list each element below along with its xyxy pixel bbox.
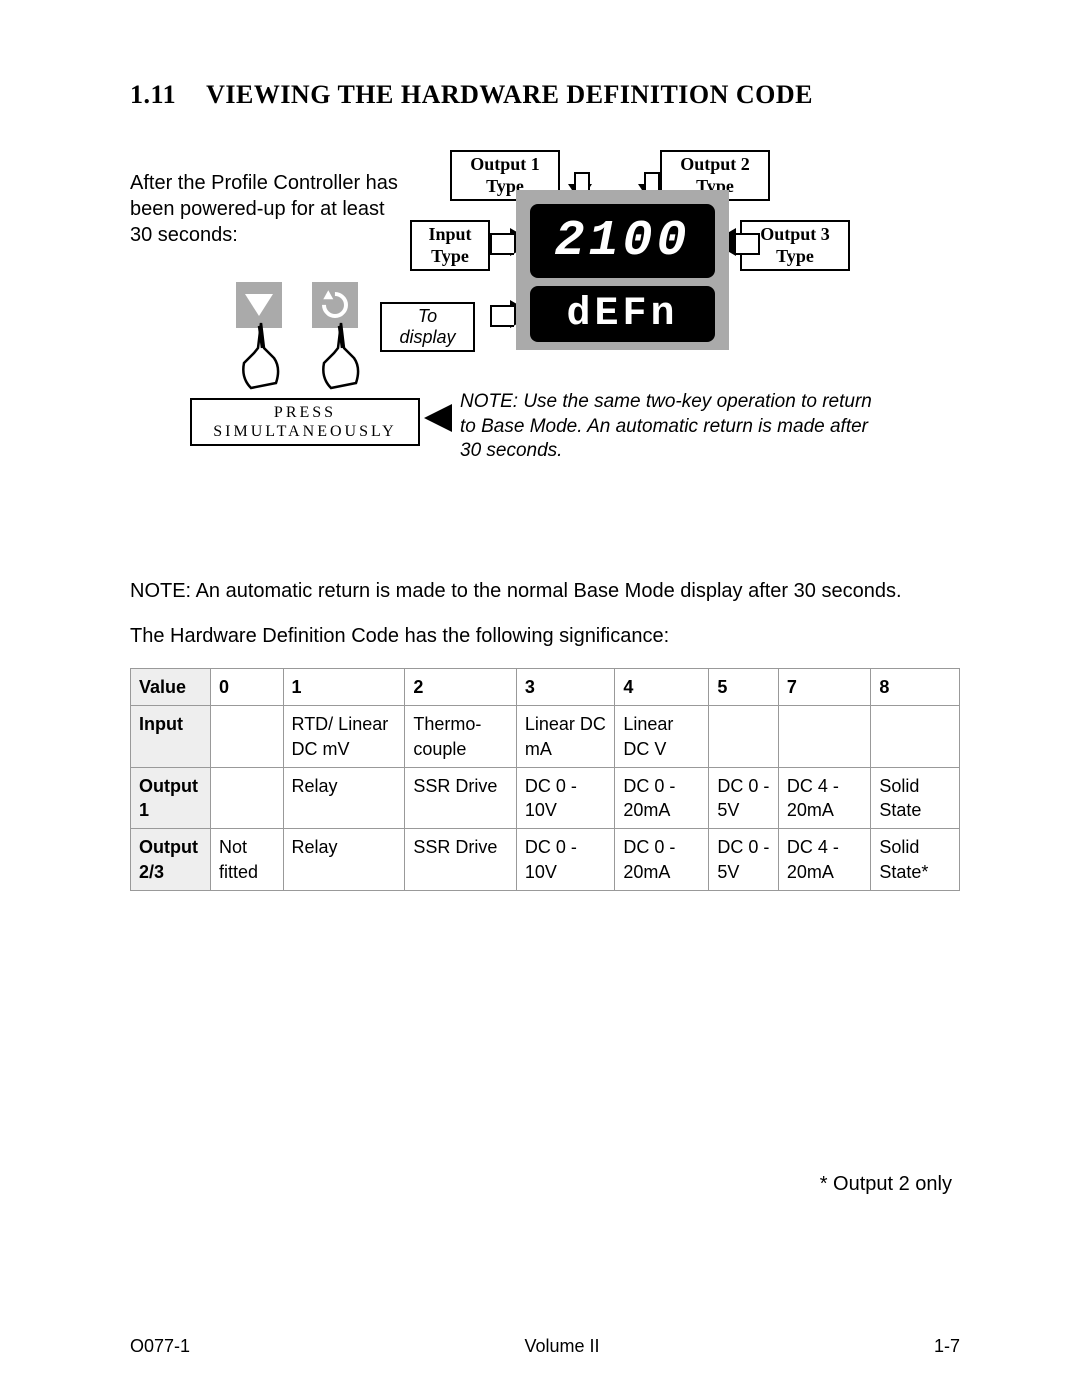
- note-inline: NOTE: Use the same two-key operation to …: [460, 390, 890, 464]
- cell: DC 0 - 5V: [709, 767, 779, 829]
- cell: [778, 706, 871, 768]
- table-row: Output 1 Relay SSR Drive DC 0 - 10V DC 0…: [131, 767, 960, 829]
- triangle-down-icon: [245, 294, 273, 316]
- label-input-type: Input Type: [410, 220, 490, 271]
- section-title: VIEWING THE HARDWARE DEFINITION CODE: [206, 80, 813, 110]
- hand-icon: [306, 318, 376, 398]
- cell: [871, 706, 960, 768]
- hdr-8: 8: [871, 669, 960, 706]
- significance-text: The Hardware Definition Code has the fol…: [130, 623, 960, 650]
- cell: [211, 767, 284, 829]
- hands-illustration: [226, 318, 386, 398]
- cell: DC 0 - 5V: [709, 829, 779, 891]
- label-to-display: To display: [380, 302, 475, 352]
- cell: DC 0 - 20mA: [615, 767, 709, 829]
- note-body: NOTE: An automatic return is made to the…: [130, 578, 960, 605]
- cell: DC 4 - 20mA: [778, 829, 871, 891]
- cell: Linear DC mA: [516, 706, 615, 768]
- cell: RTD/ Linear DC mV: [283, 706, 405, 768]
- display-value-top: 2100: [530, 204, 715, 278]
- cell: Solid State*: [871, 829, 960, 891]
- hdr-7: 7: [778, 669, 871, 706]
- cell: Relay: [283, 767, 405, 829]
- footer-left: O077-1: [130, 1336, 190, 1357]
- display-panel-bottom: dEFn: [530, 286, 715, 342]
- section-number: 1.11: [130, 80, 176, 110]
- cell: DC 0 - 10V: [516, 767, 615, 829]
- hdr-value: Value: [131, 669, 211, 706]
- press-simultaneously-label: PRESS SIMULTANEOUSLY: [190, 398, 420, 446]
- page-footer: O077-1 Volume II 1-7: [130, 1336, 960, 1357]
- cell: Linear DC V: [615, 706, 709, 768]
- hdr-3: 3: [516, 669, 615, 706]
- cell: DC 0 - 20mA: [615, 829, 709, 891]
- hdr-4: 4: [615, 669, 709, 706]
- definition-table: Value 0 1 2 3 4 5 7 8 Input RTD/ Linear …: [130, 668, 960, 891]
- hdr-0: 0: [211, 669, 284, 706]
- row-label: Input: [131, 706, 211, 768]
- cell: SSR Drive: [405, 767, 517, 829]
- hdr-5: 5: [709, 669, 779, 706]
- diagram: Output 1 Type Output 2 Type Input Type O…: [130, 140, 960, 470]
- triangle-left-icon: [424, 404, 452, 432]
- cell: Not fitted: [211, 829, 284, 891]
- cell: SSR Drive: [405, 829, 517, 891]
- row-label: Output 1: [131, 767, 211, 829]
- table-row: Input RTD/ Linear DC mV Thermo-couple Li…: [131, 706, 960, 768]
- hdr-2: 2: [405, 669, 517, 706]
- table-header-row: Value 0 1 2 3 4 5 7 8: [131, 669, 960, 706]
- table-row: Output 2/3 Not fitted Relay SSR Drive DC…: [131, 829, 960, 891]
- hand-icon: [226, 318, 296, 398]
- display-panel-top: 2100: [530, 204, 715, 278]
- controller-display: 2100 dEFn: [516, 190, 729, 350]
- cell: [709, 706, 779, 768]
- section-heading: 1.11 VIEWING THE HARDWARE DEFINITION COD…: [130, 80, 960, 110]
- footer-right: 1-7: [934, 1336, 960, 1357]
- row-label: Output 2/3: [131, 829, 211, 891]
- cell: Solid State: [871, 767, 960, 829]
- display-value-bottom: dEFn: [530, 286, 715, 342]
- cell: Relay: [283, 829, 405, 891]
- cell: DC 0 - 10V: [516, 829, 615, 891]
- hdr-1: 1: [283, 669, 405, 706]
- cell: Thermo-couple: [405, 706, 517, 768]
- cell: DC 4 - 20mA: [778, 767, 871, 829]
- footer-center: Volume II: [524, 1336, 599, 1357]
- cell: [211, 706, 284, 768]
- footnote: * Output 2 only: [130, 1171, 960, 1198]
